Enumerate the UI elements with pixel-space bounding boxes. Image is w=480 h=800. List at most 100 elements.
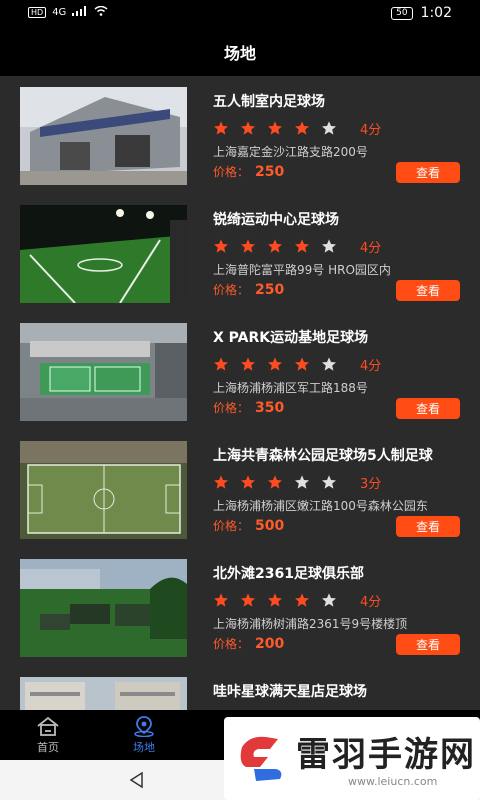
venue-info: 上海共青森林公园足球场5人制足球 3分 上海杨浦杨浦区嫩江路100号森林公园东 (213, 445, 480, 514)
price-value: 200 (255, 635, 285, 652)
venue-address: 上海普陀富平路99号 HRO园区内 (213, 263, 391, 277)
watermark-logo-icon (240, 736, 282, 781)
star-filled-icon (267, 356, 283, 372)
venue-score: 4分 (360, 594, 382, 610)
venue-info: 北外滩2361足球俱乐部 4分 上海杨浦杨树浦路2361号9号楼楼顶 (213, 563, 480, 632)
venue-icon (134, 716, 154, 737)
venue-rating: 4分 (213, 355, 480, 374)
signal-icon (72, 6, 88, 19)
venue-rating: 4分 (213, 119, 480, 138)
star-filled-icon (294, 120, 310, 136)
price-value: 500 (255, 517, 285, 534)
venue-card[interactable]: 锐绮运动中心足球场 4分 上海普陀富平路99号 HRO园区内 价格： 250 查… (0, 194, 480, 312)
star-empty-icon (321, 592, 337, 608)
venue-photo[interactable] (20, 323, 187, 421)
price-label: 价格： (213, 401, 250, 415)
star-filled-icon (213, 238, 229, 254)
venue-score: 3分 (360, 476, 382, 492)
venue-score: 4分 (360, 240, 382, 256)
price-label: 价格： (213, 165, 250, 179)
venue-card[interactable]: X PARK运动基地足球场 4分 上海杨浦杨浦区军工路188号 价格： 350 … (0, 312, 480, 430)
venue-card[interactable]: 哇咔星球满天星店足球场 (0, 666, 480, 710)
price-value: 250 (255, 163, 285, 180)
star-filled-icon (267, 238, 283, 254)
star-filled-icon (267, 474, 283, 490)
venue-price: 价格： 250 (213, 163, 284, 180)
venue-address: 上海嘉定金沙江路支路200号 (213, 145, 368, 159)
venue-name: X PARK运动基地足球场 (213, 330, 369, 346)
star-empty-icon (321, 356, 337, 372)
view-button[interactable]: 查看 (396, 634, 460, 655)
venue-photo[interactable] (20, 87, 187, 185)
tab-home-label: 首页 (37, 741, 59, 754)
venue-photo[interactable] (20, 559, 187, 657)
star-filled-icon (240, 474, 256, 490)
venue-info: 哇咔星球满天星店足球场 (213, 681, 480, 701)
venue-name: 北外滩2361足球俱乐部 (213, 566, 364, 582)
tab-venue-label: 场地 (133, 741, 155, 754)
venue-name: 上海共青森林公园足球场5人制足球 (213, 448, 433, 464)
view-button[interactable]: 查看 (396, 280, 460, 301)
venue-name: 哇咔星球满天星店足球场 (213, 684, 367, 700)
view-button[interactable]: 查看 (396, 398, 460, 419)
star-filled-icon (294, 238, 310, 254)
battery-indicator: 50 (391, 6, 413, 20)
star-empty-icon (321, 120, 337, 136)
price-label: 价格： (213, 283, 250, 297)
venue-photo[interactable] (20, 205, 187, 303)
venue-address: 上海杨浦杨浦区嫩江路100号森林公园东 (213, 499, 428, 513)
venue-card[interactable]: 北外滩2361足球俱乐部 4分 上海杨浦杨树浦路2361号9号楼楼顶 价格： 2… (0, 548, 480, 666)
view-button[interactable]: 查看 (396, 162, 460, 183)
tab-venue[interactable]: 场地 (96, 710, 192, 760)
venue-score: 4分 (360, 358, 382, 374)
venue-info: 锐绮运动中心足球场 4分 上海普陀富平路99号 HRO园区内 (213, 209, 480, 278)
venue-score: 4分 (360, 122, 382, 138)
venue-info: X PARK运动基地足球场 4分 上海杨浦杨浦区军工路188号 (213, 327, 480, 396)
watermark-url: www.leiucn.com (348, 775, 438, 788)
price-value: 250 (255, 281, 285, 298)
star-empty-icon (321, 238, 337, 254)
price-label: 价格： (213, 637, 250, 651)
venue-card[interactable]: 上海共青森林公园足球场5人制足球 3分 上海杨浦杨浦区嫩江路100号森林公园东 … (0, 430, 480, 548)
star-filled-icon (240, 356, 256, 372)
status-right: 50 1:02 (391, 5, 452, 21)
home-icon (37, 716, 59, 736)
star-filled-icon (267, 592, 283, 608)
star-filled-icon (213, 120, 229, 136)
venue-rating: 4分 (213, 591, 480, 610)
venue-price: 价格： 500 (213, 517, 284, 534)
tab-home[interactable]: 首页 (0, 710, 96, 760)
watermark-overlay: 雷羽手游网 www.leiucn.com (224, 717, 480, 800)
star-filled-icon (267, 120, 283, 136)
star-filled-icon (213, 592, 229, 608)
price-value: 350 (255, 399, 285, 416)
view-button[interactable]: 查看 (396, 516, 460, 537)
star-filled-icon (240, 120, 256, 136)
star-filled-icon (294, 592, 310, 608)
star-empty-icon (321, 474, 337, 490)
venue-list[interactable]: 五人制室内足球场 4分 上海嘉定金沙江路支路200号 价格： 250 查看 锐绮… (0, 76, 480, 710)
page-title: 场地 (223, 44, 256, 63)
venue-price: 价格： 200 (213, 635, 284, 652)
star-filled-icon (213, 474, 229, 490)
venue-photo[interactable] (20, 677, 187, 710)
page-header: 场地 (0, 28, 480, 76)
star-filled-icon (240, 592, 256, 608)
price-label: 价格： (213, 519, 250, 533)
back-icon[interactable] (128, 771, 146, 793)
star-filled-icon (240, 238, 256, 254)
signal-type: 4G (52, 7, 67, 18)
venue-address: 上海杨浦杨浦区军工路188号 (213, 381, 368, 395)
network-type: HD (28, 7, 47, 18)
star-filled-icon (213, 356, 229, 372)
venue-address: 上海杨浦杨树浦路2361号9号楼楼顶 (213, 617, 408, 631)
status-left: HD 4G (28, 5, 108, 19)
venue-rating: 3分 (213, 473, 480, 492)
venue-photo[interactable] (20, 441, 187, 539)
venue-price: 价格： 250 (213, 281, 284, 298)
clock: 1:02 (420, 5, 452, 21)
watermark-text: 雷羽手游网 (296, 735, 476, 775)
venue-card[interactable]: 五人制室内足球场 4分 上海嘉定金沙江路支路200号 价格： 250 查看 (0, 76, 480, 194)
venue-name: 五人制室内足球场 (213, 94, 325, 110)
venue-price: 价格： 350 (213, 399, 284, 416)
